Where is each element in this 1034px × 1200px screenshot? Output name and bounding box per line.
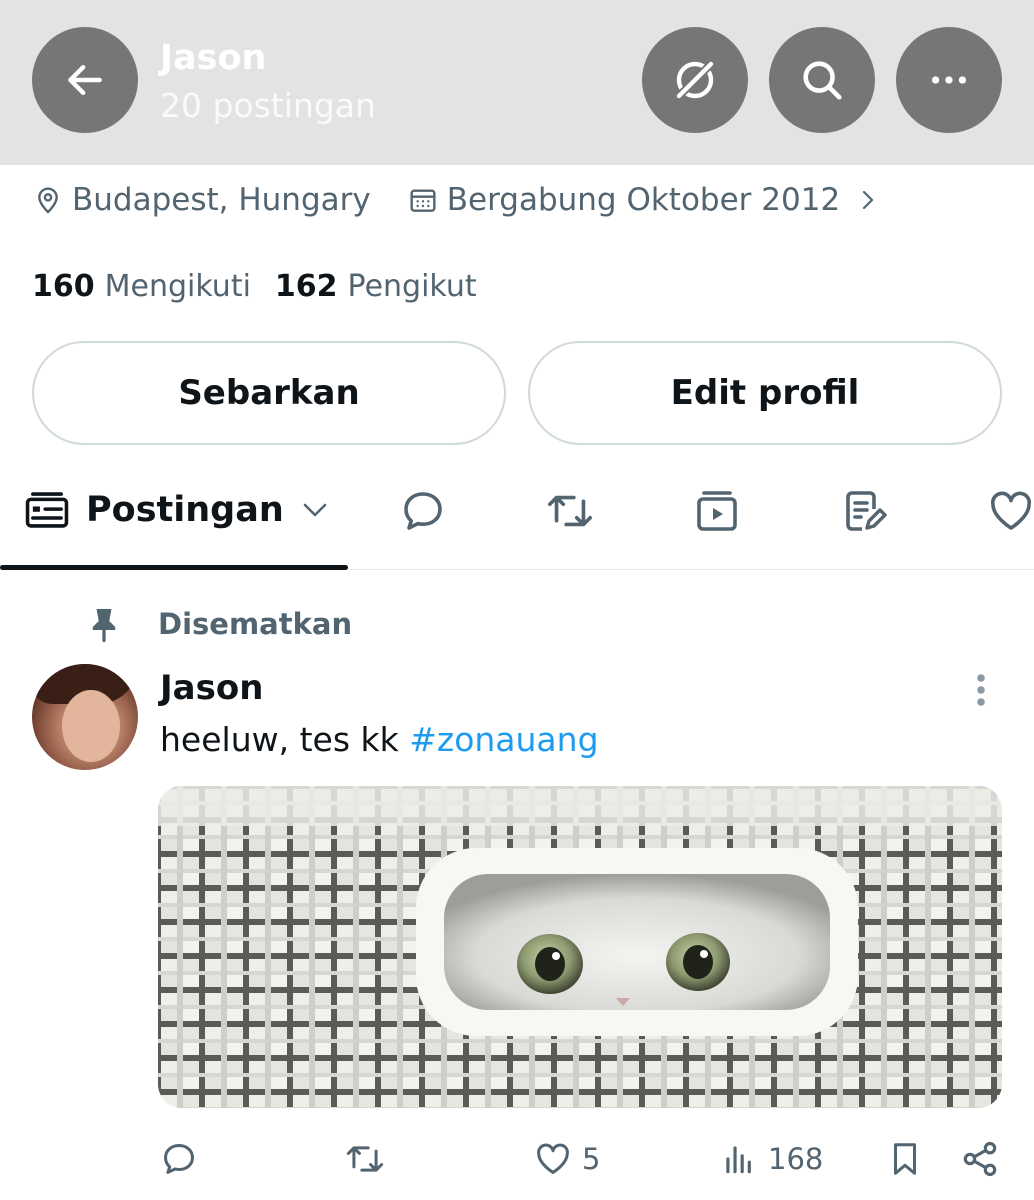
post-more-button[interactable] — [966, 670, 996, 710]
grok-button[interactable] — [642, 27, 748, 133]
more-vertical-icon — [977, 674, 985, 706]
joined-text: Bergabung Oktober 2012 — [446, 182, 841, 218]
post-text: heeluw, tes kk #zonauang — [160, 720, 599, 759]
post-body-text: heeluw, tes kk — [160, 720, 410, 759]
reply-button[interactable] — [160, 1134, 208, 1184]
like-icon — [990, 491, 1032, 530]
profile-meta: Budapest, Hungary Bergabung Oktober 2012 — [32, 178, 888, 222]
tab-media[interactable] — [692, 486, 742, 536]
posts-feed-icon — [25, 492, 69, 528]
follow-stats: 160 Mengikuti 162 Pengikut — [32, 264, 477, 308]
back-button[interactable] — [32, 27, 138, 133]
location-text: Budapest, Hungary — [72, 182, 371, 218]
views-count: 168 — [768, 1142, 824, 1176]
joined-info[interactable]: Bergabung Oktober 2012 — [407, 182, 888, 218]
media-icon — [697, 491, 737, 531]
more-horizontal-icon — [931, 76, 967, 84]
chevron-right-icon — [863, 190, 874, 210]
location-info: Budapest, Hungary — [32, 182, 371, 218]
share-profile-button[interactable]: Sebarkan — [32, 341, 506, 445]
articles-icon — [846, 491, 887, 531]
search-icon — [803, 61, 842, 100]
share-button[interactable] — [960, 1134, 1010, 1184]
reply-icon — [404, 492, 442, 530]
grok-icon — [676, 61, 714, 99]
views-button[interactable]: 168 — [720, 1134, 823, 1184]
post-hashtag[interactable]: #zonauang — [409, 720, 598, 759]
following-count: 160 — [32, 268, 95, 304]
profile-tabs: Postingan — [0, 470, 1034, 570]
arrow-left-icon — [68, 64, 102, 96]
pin-icon — [92, 609, 116, 642]
pinned-indicator: Disematkan — [88, 602, 352, 646]
avatar[interactable] — [32, 664, 138, 770]
share-icon — [963, 1141, 997, 1177]
tab-likes[interactable] — [986, 486, 1034, 536]
chevron-down-icon — [303, 503, 327, 517]
calendar-icon — [410, 189, 436, 212]
tab-reposts[interactable] — [545, 486, 595, 536]
like-count: 5 — [582, 1142, 601, 1176]
repost-icon — [346, 1146, 384, 1172]
repost-button[interactable] — [344, 1134, 396, 1184]
followers-count: 162 — [274, 268, 338, 304]
views-chart-icon — [726, 1146, 751, 1174]
search-button[interactable] — [769, 27, 875, 133]
tab-articles[interactable] — [839, 486, 889, 536]
tab-replies[interactable] — [398, 486, 448, 536]
reply-icon — [164, 1144, 194, 1174]
pinned-label: Disematkan — [158, 607, 353, 641]
bookmark-icon — [893, 1143, 917, 1175]
edit-profile-button[interactable]: Edit profil — [528, 341, 1002, 445]
tab-posts[interactable]: Postingan — [24, 486, 330, 534]
following-label: Mengikuti — [104, 268, 251, 304]
header-post-count: 20 postingan — [160, 86, 376, 125]
heart-icon — [537, 1143, 569, 1174]
cat-in-basket-image — [158, 786, 1002, 1108]
header-profile-name: Jason — [160, 38, 267, 78]
followers-stat[interactable]: 162 Pengikut — [275, 269, 477, 304]
profile-header: Jason 20 postingan — [0, 0, 1034, 165]
repost-icon — [547, 495, 593, 527]
active-tab-indicator — [0, 565, 348, 570]
more-options-button[interactable] — [896, 27, 1002, 133]
tab-posts-label: Postingan — [86, 490, 284, 530]
following-stat[interactable]: 160 Mengikuti — [32, 269, 251, 304]
followers-label: Pengikut — [347, 268, 477, 304]
bookmark-button[interactable] — [886, 1134, 934, 1184]
post-actions: 5 168 — [0, 1134, 1034, 1184]
post-author-name[interactable]: Jason — [160, 668, 263, 708]
post-image[interactable] — [158, 786, 1002, 1108]
location-pin-icon — [38, 187, 58, 214]
like-button[interactable]: 5 — [534, 1134, 600, 1184]
